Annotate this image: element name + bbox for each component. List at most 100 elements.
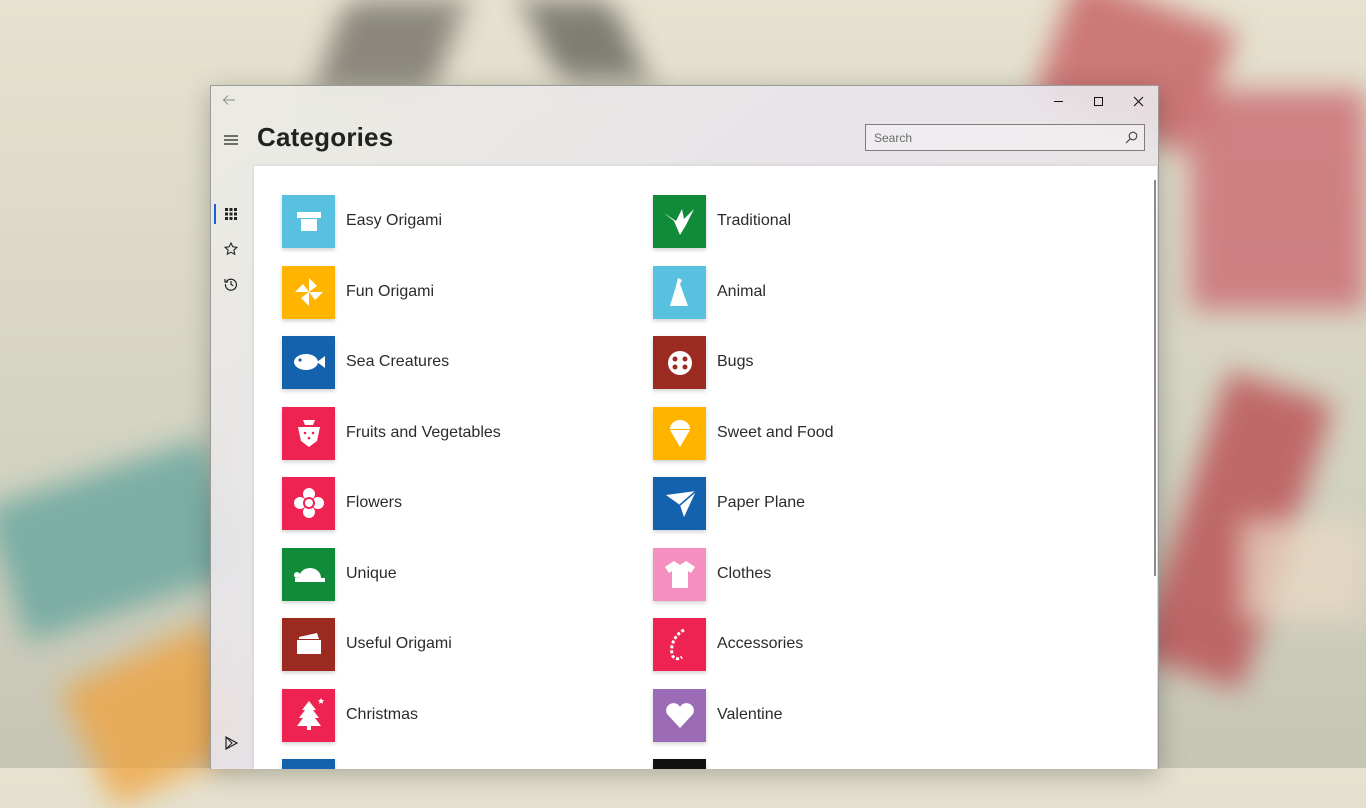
sidebar-item-history[interactable] bbox=[215, 268, 247, 300]
category-item-sea-creatures[interactable]: Sea Creatures bbox=[282, 335, 449, 389]
category-label: Valentine bbox=[717, 706, 783, 723]
necklace-icon bbox=[669, 628, 685, 661]
sidebar-item-about[interactable] bbox=[215, 763, 247, 769]
background-crane-shape bbox=[1240, 520, 1366, 620]
category-item-traditional[interactable]: Traditional bbox=[653, 194, 791, 248]
crane-icon bbox=[663, 209, 694, 235]
category-tile bbox=[282, 194, 335, 248]
background-crane-shape bbox=[1190, 90, 1366, 310]
ice-cream-icon bbox=[669, 420, 690, 447]
category-label: Clothes bbox=[717, 565, 772, 582]
close-icon bbox=[1133, 96, 1143, 106]
category-tile bbox=[282, 758, 335, 769]
category-item-clothes[interactable]: Clothes bbox=[653, 547, 771, 601]
hamburger-menu-icon bbox=[224, 135, 238, 145]
close-button[interactable] bbox=[1118, 86, 1158, 116]
category-item-fun-origami[interactable]: Fun Origami bbox=[282, 265, 434, 319]
background-crane-shape bbox=[521, 0, 649, 80]
category-tile bbox=[653, 265, 706, 319]
category-item-paper-plane[interactable]: Paper Plane bbox=[653, 476, 805, 530]
search-input[interactable] bbox=[874, 125, 1114, 150]
penguin-icon bbox=[669, 278, 688, 306]
background-crane-shape bbox=[313, 0, 467, 90]
category-tile bbox=[653, 617, 706, 671]
category-tile bbox=[282, 406, 335, 460]
maximize-button[interactable] bbox=[1078, 86, 1118, 116]
category-label: Bugs bbox=[717, 353, 754, 370]
back-arrow-icon bbox=[222, 95, 235, 105]
category-item-accessories[interactable]: Accessories bbox=[653, 617, 803, 671]
scrollbar[interactable] bbox=[1154, 180, 1156, 576]
category-tile bbox=[653, 688, 706, 742]
minimize-icon bbox=[1053, 100, 1063, 102]
back-button[interactable] bbox=[217, 92, 241, 114]
christmas-tree-icon bbox=[296, 698, 324, 730]
grid-icon bbox=[225, 208, 237, 220]
page-title: Categories bbox=[257, 122, 394, 152]
strawberry-icon bbox=[297, 420, 320, 447]
category-label: Sweet and Food bbox=[717, 424, 834, 441]
category-tile bbox=[653, 758, 706, 769]
category-item-partial[interactable] bbox=[653, 758, 717, 769]
category-label: Fruits and Vegetables bbox=[346, 424, 501, 441]
nav-sidebar bbox=[211, 118, 251, 769]
category-label: Christmas bbox=[346, 706, 419, 723]
play-store-icon bbox=[225, 736, 238, 750]
category-tile bbox=[653, 406, 706, 460]
category-item-flowers[interactable]: Flowers bbox=[282, 476, 402, 530]
sidebar-item-favorites[interactable] bbox=[215, 233, 247, 265]
category-tile bbox=[653, 476, 706, 530]
category-item-sweet-and-food[interactable]: Sweet and Food bbox=[653, 406, 834, 460]
category-label: Easy Origami bbox=[346, 212, 443, 229]
title-bar[interactable] bbox=[211, 86, 1158, 118]
category-item-fruits-and-vegetables[interactable]: Fruits and Vegetables bbox=[282, 406, 501, 460]
shirt-icon bbox=[664, 561, 695, 588]
category-label: Sea Creatures bbox=[346, 353, 450, 370]
sidebar-item-store[interactable] bbox=[215, 727, 247, 759]
pinwheel-icon bbox=[294, 278, 323, 306]
fish-icon bbox=[293, 354, 325, 370]
category-label: Accessories bbox=[717, 635, 804, 652]
category-label: Useful Origami bbox=[346, 635, 452, 652]
category-label: Traditional bbox=[717, 212, 792, 229]
category-label: Animal bbox=[717, 283, 766, 300]
category-label: Flowers bbox=[346, 494, 403, 511]
category-tile bbox=[282, 688, 335, 742]
category-tile bbox=[653, 194, 706, 248]
category-item-christmas[interactable]: Christmas bbox=[282, 688, 418, 742]
category-item-useful-origami[interactable]: Useful Origami bbox=[282, 617, 452, 671]
flower-icon bbox=[293, 488, 324, 518]
category-item-animal[interactable]: Animal bbox=[653, 265, 766, 319]
search-box[interactable] bbox=[865, 124, 1145, 151]
categories-grid: Easy Origami Traditional Fun Origami Ani… bbox=[254, 166, 1157, 769]
category-tile bbox=[653, 335, 706, 389]
category-item-easy-origami[interactable]: Easy Origami bbox=[282, 194, 442, 248]
category-tile bbox=[282, 547, 335, 601]
category-label: Paper Plane bbox=[717, 494, 806, 511]
ladybug-icon bbox=[667, 351, 692, 375]
category-item-partial[interactable] bbox=[282, 758, 346, 769]
turtle-icon bbox=[293, 568, 325, 582]
category-tile bbox=[282, 265, 335, 319]
maximize-icon bbox=[1093, 96, 1103, 106]
category-item-bugs[interactable]: Bugs bbox=[653, 335, 753, 389]
star-icon bbox=[224, 242, 238, 256]
heart-icon bbox=[665, 703, 694, 728]
sidebar-item-categories[interactable] bbox=[215, 198, 247, 230]
category-item-unique[interactable]: Unique bbox=[282, 547, 397, 601]
app-window: Categories Easy Origami Traditional Fun … bbox=[210, 85, 1159, 769]
box-icon bbox=[296, 212, 321, 231]
window-controls bbox=[1038, 86, 1158, 116]
search-icon[interactable] bbox=[1125, 131, 1138, 144]
category-tile bbox=[282, 335, 335, 389]
category-label: Fun Origami bbox=[346, 283, 435, 300]
category-tile bbox=[282, 617, 335, 671]
wallet-icon bbox=[296, 633, 321, 654]
minimize-button[interactable] bbox=[1038, 86, 1078, 116]
category-label: Unique bbox=[346, 565, 397, 582]
category-tile bbox=[653, 547, 706, 601]
category-item-valentine[interactable]: Valentine bbox=[653, 688, 783, 742]
category-tile bbox=[282, 476, 335, 530]
hamburger-menu-button[interactable] bbox=[215, 124, 247, 156]
paper-plane-icon bbox=[665, 490, 696, 517]
